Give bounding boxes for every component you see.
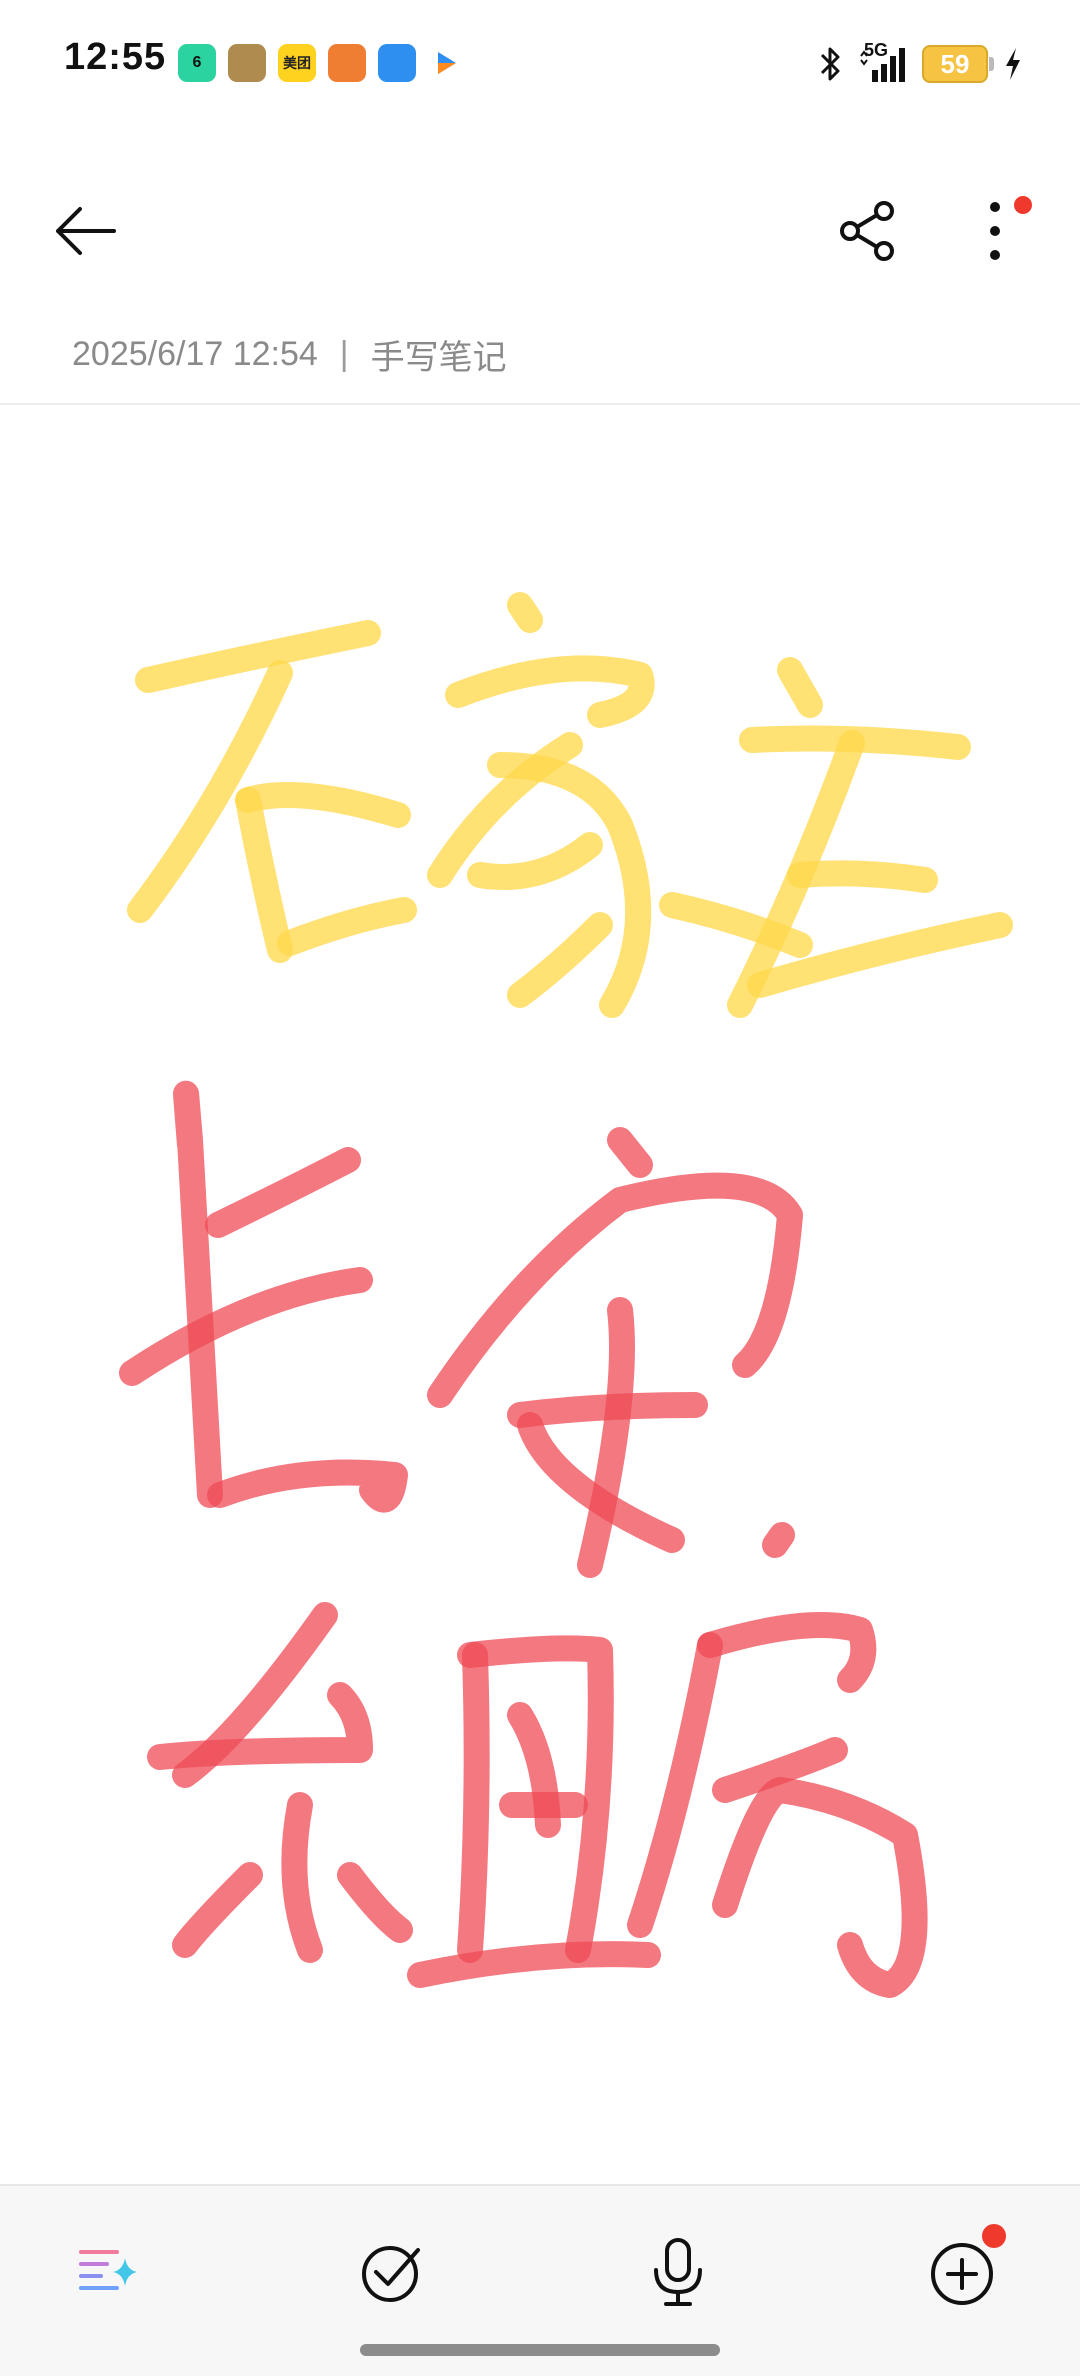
play-arrow-icon [438, 52, 456, 74]
reader-app-icon [378, 44, 416, 82]
meta-separator: | [339, 335, 349, 373]
food-app-icon [328, 44, 366, 82]
status-bar: 12:55 6 美团 5G 59 [0, 0, 1080, 130]
note-meta: 2025/6/17 12:54 | 手写笔记 [72, 330, 507, 379]
checklist-icon [362, 2246, 420, 2302]
note-date: 2025/6/17 12:54 [72, 335, 318, 373]
arrow-left-icon [56, 207, 116, 255]
back-button[interactable] [40, 186, 130, 276]
yellow-ink-strokes [127, 592, 1013, 1018]
share-button[interactable] [820, 186, 916, 276]
microphone-icon [654, 2238, 702, 2306]
notification-dot [1014, 196, 1032, 214]
arrow-app-icon [428, 44, 466, 82]
bluetooth-icon [820, 47, 840, 81]
signal-icon: 5G [858, 40, 908, 84]
status-indicators: 5G 59 [818, 40, 1024, 88]
red-ink-strokes [119, 1080, 928, 1998]
charging-icon [1006, 48, 1020, 80]
battery-level: 59 [940, 48, 970, 79]
meituan-app-icon: 美团 [278, 44, 316, 82]
voice-input-button[interactable] [628, 2222, 728, 2322]
more-options-button[interactable] [950, 186, 1040, 276]
checklist-button[interactable] [342, 2222, 442, 2322]
ai-format-icon [79, 2250, 137, 2290]
status-notification-apps: 6 美团 [178, 44, 466, 82]
bottom-toolbar [0, 2184, 1080, 2376]
add-icon [931, 2243, 993, 2305]
game-app-icon [228, 44, 266, 82]
video-app-icon-label: 6 [192, 54, 202, 71]
screen: 12:55 6 美团 5G 59 2025/6/17 12:54 | 手写笔记 [0, 0, 1080, 2376]
note-category[interactable]: 手写笔记 [371, 330, 507, 379]
add-note-button[interactable] [914, 2222, 1014, 2322]
handwriting-canvas[interactable] [0, 405, 1080, 2185]
more-vertical-icon [990, 202, 1000, 260]
ai-format-button[interactable] [58, 2222, 158, 2322]
home-indicator[interactable] [360, 2344, 720, 2356]
share-icon [840, 201, 894, 261]
note-toolbar [0, 170, 1080, 290]
battery-indicator: 59 [922, 45, 994, 83]
add-notification-dot [982, 2224, 1006, 2248]
video-app-icon: 6 [178, 44, 216, 82]
meituan-app-icon-label: 美团 [283, 55, 311, 71]
status-time: 12:55 [64, 36, 167, 78]
handwriting-strokes [119, 592, 1013, 1998]
